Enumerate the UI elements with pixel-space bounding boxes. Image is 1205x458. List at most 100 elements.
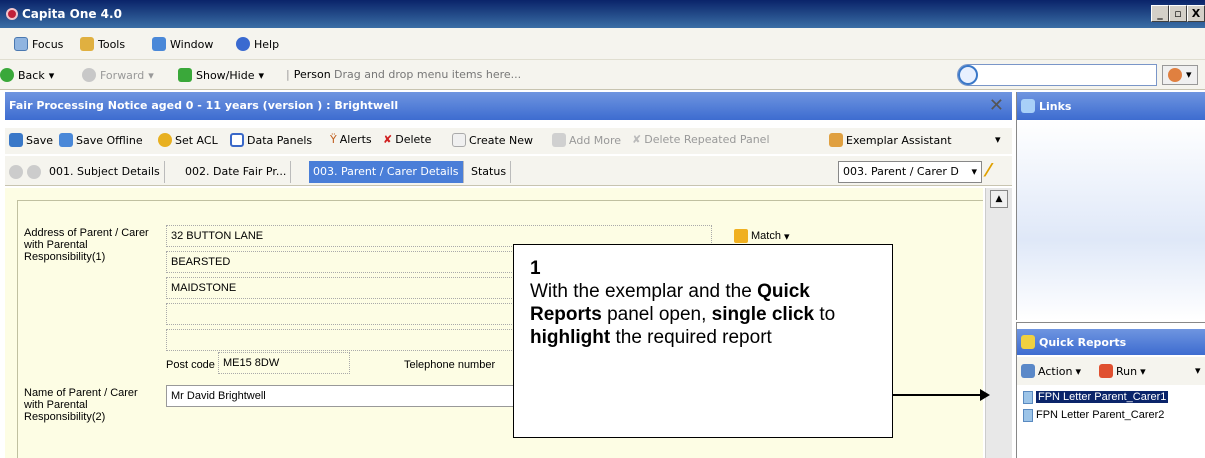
report-item-2[interactable]: FPN Letter Parent_Carer2 <box>1023 407 1164 423</box>
data-panels-button[interactable]: Data Panels <box>230 133 312 147</box>
add-more-icon <box>552 133 566 147</box>
callout-step-number: 1 <box>530 258 541 279</box>
save-offline-icon <box>59 133 73 147</box>
document-title: Fair Processing Notice aged 0 - 11 years… <box>9 99 399 112</box>
document-toolbar: Save Save Offline Set ACL Data Panels Ÿ … <box>5 128 1012 154</box>
chevron-down-icon[interactable]: ▾ <box>1195 364 1201 377</box>
menu-tools[interactable]: Tools <box>80 37 125 51</box>
instruction-callout: 1 With the exemplar and the Quick Report… <box>513 244 893 438</box>
tab-date-fair-processing[interactable]: 002. Date Fair Pr... <box>181 161 292 183</box>
form-scrollbar[interactable]: ▲ <box>985 188 1012 458</box>
save-icon <box>9 133 23 147</box>
menu-focus[interactable]: Focus <box>14 37 63 51</box>
close-document-icon[interactable]: ✕ <box>989 95 1004 116</box>
delete-button[interactable]: ✘ Delete <box>383 133 431 146</box>
home-icon <box>734 229 748 243</box>
create-new-icon <box>452 133 466 147</box>
window-title: Capita One 4.0 <box>22 7 122 21</box>
chevron-down-icon: ▾ <box>995 133 1001 146</box>
search-input[interactable] <box>957 64 1157 86</box>
match-button[interactable]: Match ▾ <box>734 229 790 243</box>
show-hide-button[interactable]: Show/Hide ▾ <box>178 68 264 82</box>
links-panel: Links <box>1016 92 1205 320</box>
next-tab-icon[interactable] <box>27 165 41 179</box>
telephone-label: Telephone number <box>404 359 496 371</box>
chevron-down-icon: ▾ <box>1186 68 1192 81</box>
data-panels-icon <box>230 133 244 147</box>
separator: | <box>286 68 290 81</box>
alerts-button[interactable]: Ÿ Alerts <box>330 133 372 146</box>
postcode-field[interactable]: ME15 8DW <box>218 352 350 374</box>
window-icon <box>152 37 166 51</box>
chevron-down-icon: ▾ <box>971 165 977 178</box>
links-header: Links <box>1017 92 1205 120</box>
chevron-down-icon: ▾ <box>258 68 264 82</box>
forward-arrow-icon <box>82 68 96 82</box>
chevron-down-icon: ▾ <box>1140 364 1146 378</box>
save-offline-button[interactable]: Save Offline <box>59 133 143 147</box>
exemplar-assistant-button[interactable]: Exemplar Assistant <box>829 133 952 147</box>
user-icon <box>1168 68 1182 82</box>
menu-bar: Focus Tools Window Help <box>0 28 1205 60</box>
show-hide-icon <box>178 68 192 82</box>
help-icon <box>236 37 250 51</box>
quick-reports-header: Quick Reports <box>1017 329 1205 355</box>
set-acl-button[interactable]: Set ACL <box>158 133 218 147</box>
navigation-bar: Back ▾ Forward ▾ Show/Hide ▾ | Person Dr… <box>0 60 1205 90</box>
tab-subject-details[interactable]: 001. Subject Details <box>45 161 165 183</box>
name-label: Name of Parent / Carer with Parental Res… <box>24 387 138 423</box>
delete-icon: ✘ <box>383 133 393 146</box>
delete-repeated-panel-button[interactable]: ✘ Delete Repeated Panel <box>632 133 770 146</box>
quick-reports-panel: Quick Reports Action ▾ Run ▾ ▾ FPN Lette… <box>1016 322 1205 458</box>
tab-parent-carer-details[interactable]: 003. Parent / Carer Details <box>309 161 464 183</box>
chevron-down-icon: ▾ <box>48 68 55 82</box>
back-button[interactable]: Back ▾ <box>0 68 54 82</box>
prev-tab-icon[interactable] <box>9 165 23 179</box>
maximize-button[interactable]: ▫ <box>1169 5 1187 22</box>
tab-select-dropdown[interactable]: 003. Parent / Carer D ▾ <box>838 161 982 183</box>
postcode-label: Post code <box>166 359 215 371</box>
callout-arrow-line <box>893 394 983 396</box>
toolbar-overflow-button[interactable]: ▾ <box>995 133 1001 146</box>
forward-button[interactable]: Forward ▾ <box>82 68 154 82</box>
save-button[interactable]: Save <box>9 133 53 147</box>
delete-repeated-icon: ✘ <box>632 133 642 146</box>
close-button[interactable]: X <box>1187 5 1205 22</box>
panel-tabs: 001. Subject Details 002. Date Fair Pr..… <box>5 156 1012 186</box>
document-header: Fair Processing Notice aged 0 - 11 years… <box>5 92 1012 120</box>
callout-arrow-head <box>980 389 990 401</box>
report-document-icon <box>1023 408 1033 422</box>
run-menu-button[interactable]: Run ▾ <box>1099 364 1146 378</box>
user-menu-button[interactable]: ▾ <box>1162 65 1198 85</box>
chevron-down-icon: ▾ <box>148 68 154 82</box>
person-menu-item[interactable]: | Person <box>286 68 331 81</box>
drag-drop-hint: Drag and drop menu items here... <box>334 68 522 81</box>
tab-status[interactable]: Status <box>467 161 512 183</box>
edit-pencil-icon[interactable]: ⁄ <box>987 160 990 181</box>
alerts-icon: Ÿ <box>330 133 337 146</box>
quick-reports-icon <box>1021 335 1035 349</box>
focus-icon <box>14 37 28 51</box>
scroll-up-icon[interactable]: ▲ <box>990 190 1008 208</box>
links-icon <box>1021 99 1035 113</box>
action-menu-button[interactable]: Action ▾ <box>1021 364 1081 378</box>
minimize-button[interactable]: _ <box>1151 5 1169 22</box>
chevron-down-icon: ▾ <box>783 229 790 243</box>
window-title-bar: Capita One 4.0 _ ▫ X <box>0 0 1205 28</box>
create-new-button[interactable]: Create New <box>452 133 533 147</box>
run-icon <box>1099 364 1113 378</box>
report-document-icon <box>1023 390 1033 404</box>
quick-reports-toolbar: Action ▾ Run ▾ ▾ <box>1017 357 1205 385</box>
menu-window[interactable]: Window <box>152 37 213 51</box>
links-body <box>1017 120 1205 320</box>
back-arrow-icon <box>0 68 14 82</box>
add-more-button[interactable]: Add More <box>552 133 621 147</box>
report-item-1[interactable]: FPN Letter Parent_Carer1 <box>1023 389 1169 405</box>
action-icon <box>1021 364 1035 378</box>
menu-help[interactable]: Help <box>236 37 279 51</box>
app-logo-icon <box>6 8 18 20</box>
lock-icon <box>158 133 172 147</box>
chevron-down-icon: ▾ <box>1075 364 1081 378</box>
tools-icon <box>80 37 94 51</box>
address-label: Address of Parent / Carer with Parental … <box>24 227 149 263</box>
